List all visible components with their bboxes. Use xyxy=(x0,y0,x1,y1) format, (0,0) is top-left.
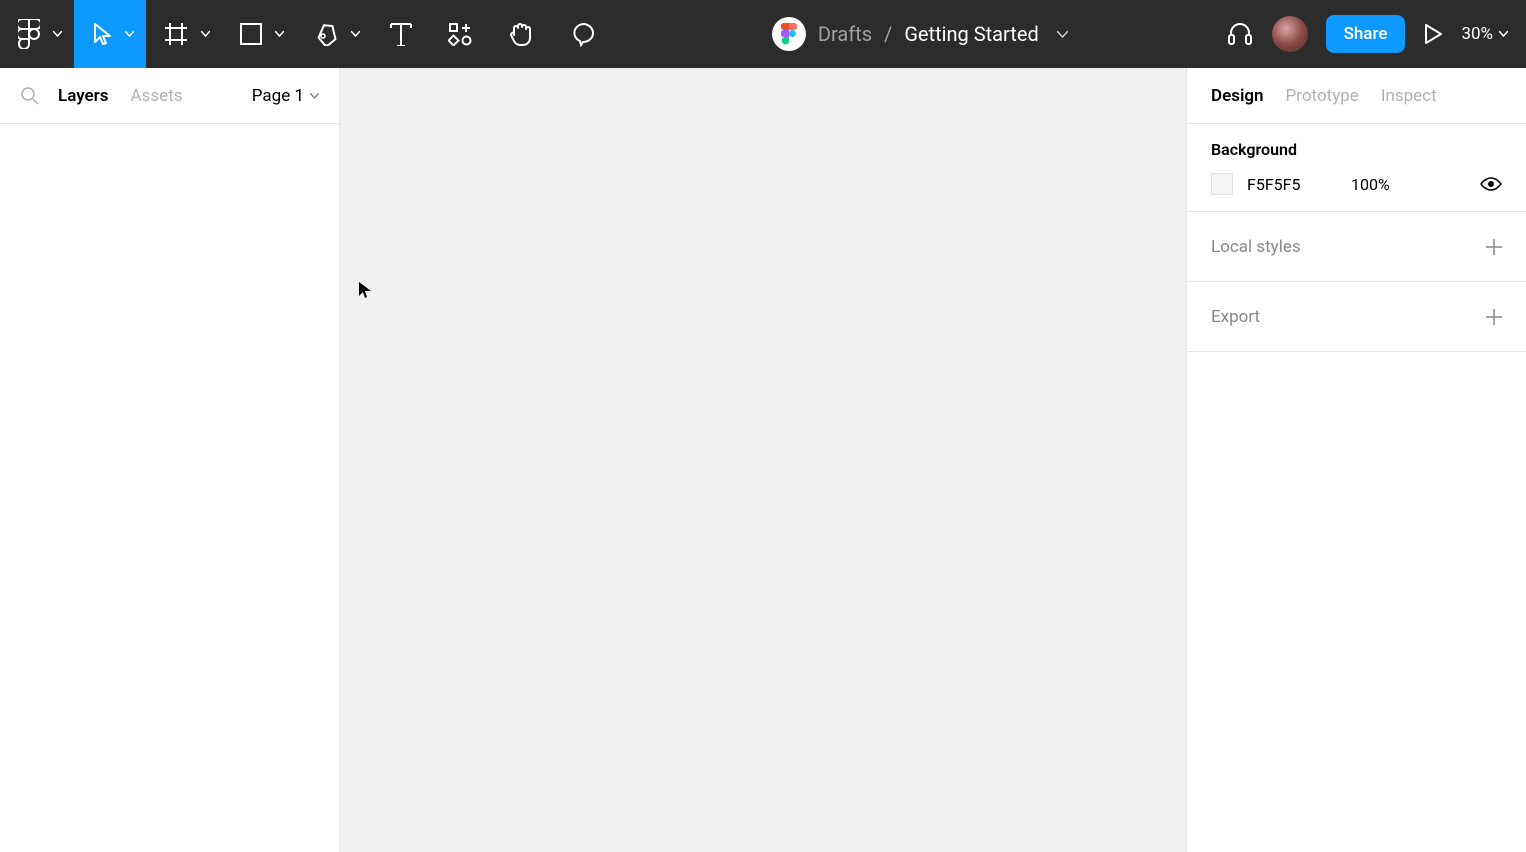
right-panel-tabs: Design Prototype Inspect xyxy=(1187,68,1526,124)
main-area: Layers Assets Page 1 Design Prototype In… xyxy=(0,68,1526,852)
figma-logo-icon xyxy=(18,19,40,49)
move-tool-button[interactable] xyxy=(74,0,146,68)
shape-tool-button[interactable] xyxy=(222,0,296,68)
comment-icon xyxy=(570,21,596,47)
pen-icon xyxy=(314,22,338,46)
breadcrumb-filename[interactable]: Getting Started xyxy=(904,22,1038,46)
background-label: Background xyxy=(1211,140,1502,159)
page-selector[interactable]: Page 1 xyxy=(252,86,319,106)
toolbar-right-group: Share 30% xyxy=(1226,15,1526,53)
cursor-icon xyxy=(92,22,112,46)
export-label: Export xyxy=(1211,307,1260,327)
main-menu-button[interactable] xyxy=(0,0,74,68)
canvas-cursor-icon xyxy=(358,281,372,299)
chevron-down-icon xyxy=(125,31,134,37)
chevron-down-icon xyxy=(53,31,62,37)
hand-tool-button[interactable] xyxy=(490,0,552,68)
toolbar-left-group xyxy=(0,0,614,68)
present-button[interactable] xyxy=(1423,22,1443,46)
tab-prototype[interactable]: Prototype xyxy=(1286,86,1359,106)
zoom-selector[interactable]: 30% xyxy=(1461,24,1508,44)
chevron-down-icon xyxy=(275,31,284,37)
comment-tool-button[interactable] xyxy=(552,0,614,68)
left-panel: Layers Assets Page 1 xyxy=(0,68,340,852)
frame-icon xyxy=(164,22,188,46)
share-button[interactable]: Share xyxy=(1326,15,1406,53)
background-opacity-input[interactable]: 100% xyxy=(1351,175,1411,194)
chevron-down-icon xyxy=(1499,31,1508,37)
tab-design[interactable]: Design xyxy=(1211,86,1264,106)
visibility-toggle[interactable] xyxy=(1480,177,1502,191)
background-swatch[interactable] xyxy=(1211,173,1233,195)
pen-tool-button[interactable] xyxy=(296,0,372,68)
chevron-down-icon xyxy=(351,31,360,37)
breadcrumb[interactable]: Drafts / Getting Started xyxy=(818,22,1068,46)
canvas[interactable] xyxy=(340,68,1186,852)
top-toolbar: Drafts / Getting Started Share 30% xyxy=(0,0,1526,68)
toolbar-center-group: Drafts / Getting Started xyxy=(614,17,1226,51)
tab-layers[interactable]: Layers xyxy=(58,86,109,106)
add-local-style-button[interactable] xyxy=(1486,239,1502,255)
rectangle-icon xyxy=(240,23,262,45)
resources-button[interactable] xyxy=(430,0,490,68)
user-avatar[interactable] xyxy=(1272,16,1308,52)
resources-icon xyxy=(448,22,472,46)
text-tool-button[interactable] xyxy=(372,0,430,68)
export-section: Export xyxy=(1187,282,1526,352)
audio-button[interactable] xyxy=(1226,20,1254,48)
tab-inspect[interactable]: Inspect xyxy=(1381,86,1437,106)
breadcrumb-project[interactable]: Drafts xyxy=(818,22,872,46)
zoom-value: 30% xyxy=(1461,24,1493,44)
background-hex-input[interactable]: F5F5F5 xyxy=(1247,175,1337,194)
hand-icon xyxy=(508,21,534,47)
chevron-down-icon xyxy=(310,93,319,99)
left-panel-tabs: Layers Assets xyxy=(58,86,234,106)
breadcrumb-separator: / xyxy=(884,22,892,46)
text-icon xyxy=(390,22,412,46)
chevron-down-icon[interactable] xyxy=(1057,31,1068,38)
file-icon[interactable] xyxy=(772,17,806,51)
add-export-button[interactable] xyxy=(1486,309,1502,325)
left-panel-header: Layers Assets Page 1 xyxy=(0,68,339,124)
local-styles-label: Local styles xyxy=(1211,237,1301,257)
chevron-down-icon xyxy=(201,31,210,37)
local-styles-section: Local styles xyxy=(1187,212,1526,282)
tab-assets[interactable]: Assets xyxy=(131,86,183,106)
background-row: F5F5F5 100% xyxy=(1211,173,1502,195)
right-panel: Design Prototype Inspect Background F5F5… xyxy=(1186,68,1526,852)
search-icon[interactable] xyxy=(20,86,40,106)
background-section: Background F5F5F5 100% xyxy=(1187,124,1526,212)
page-selector-label: Page 1 xyxy=(252,86,304,106)
frame-tool-button[interactable] xyxy=(146,0,222,68)
